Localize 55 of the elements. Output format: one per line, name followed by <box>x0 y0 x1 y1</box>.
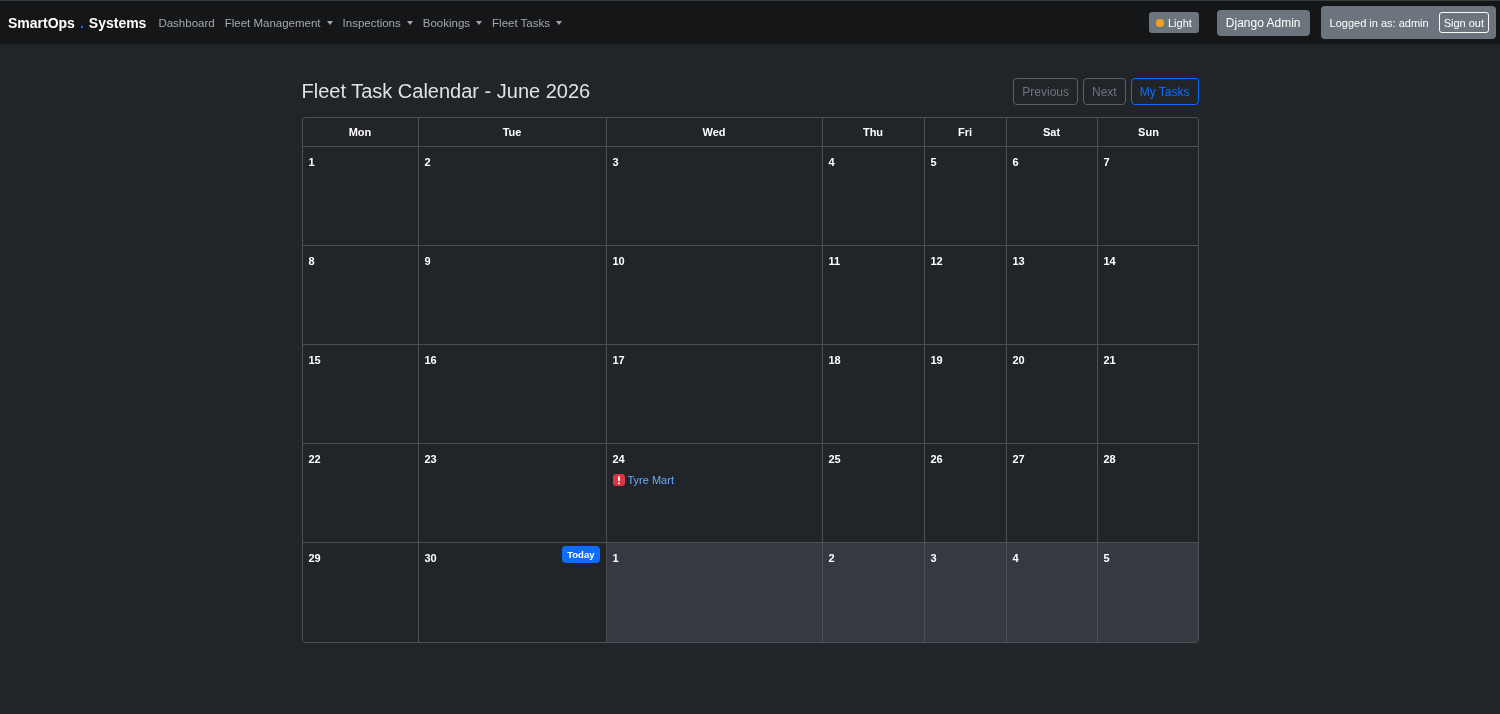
nav-link[interactable]: Inspections <box>342 16 413 29</box>
day-number: 4 <box>1012 551 1019 565</box>
day-number: 9 <box>424 254 431 268</box>
admin-button[interactable]: Django Admin <box>1216 9 1310 36</box>
exclamation-icon <box>612 474 625 486</box>
caret-icon <box>326 20 333 25</box>
day-number: 24 <box>612 452 625 466</box>
theme-toggle-button[interactable]: Light <box>1148 12 1199 33</box>
day-number: 10 <box>612 254 625 268</box>
day-number: 11 <box>828 254 841 268</box>
day-number: 26 <box>930 452 943 466</box>
day-number: 7 <box>1103 155 1110 169</box>
caret-icon <box>556 20 562 25</box>
day-number: 1 <box>308 155 315 169</box>
day-number: 1 <box>612 551 619 565</box>
nav-link[interactable]: Bookings <box>422 16 483 29</box>
brand-link[interactable]: SmartOps . Systems <box>8 14 147 31</box>
day-number: 28 <box>1103 452 1116 466</box>
dot-icon <box>1155 18 1164 27</box>
nav-link[interactable]: Dashboard <box>158 16 215 29</box>
today-badge: Today <box>562 546 600 563</box>
day-number: 17 <box>612 353 625 367</box>
day-number: 18 <box>828 353 841 367</box>
day-number: 30 <box>424 551 437 565</box>
day-number: 27 <box>1012 452 1025 466</box>
caret-icon <box>476 20 483 25</box>
day-number: 20 <box>1012 353 1025 367</box>
user-status-text: Logged in as: admin <box>1329 16 1429 29</box>
nav-link[interactable]: Fleet Tasks <box>492 16 562 29</box>
day-number: 2 <box>828 551 835 565</box>
day-number: 21 <box>1103 353 1116 367</box>
day-number: 25 <box>828 452 841 466</box>
day-number: 15 <box>308 353 321 367</box>
day-number: 16 <box>424 353 437 367</box>
caret-icon <box>406 20 413 25</box>
day-number: 14 <box>1103 254 1116 268</box>
day-number: 8 <box>308 254 315 268</box>
day-number: 29 <box>308 551 321 565</box>
sign-out-button[interactable]: Sign out <box>1438 12 1489 33</box>
day-number: 3 <box>612 155 619 169</box>
event-link[interactable]: Tyre Mart <box>627 474 674 486</box>
day-number: 3 <box>930 551 937 565</box>
nav-link[interactable]: Fleet Management <box>224 16 333 29</box>
day-number: 12 <box>930 254 943 268</box>
day-number: 23 <box>424 452 437 466</box>
day-number: 13 <box>1012 254 1025 268</box>
day-number: 4 <box>828 155 835 169</box>
calendar-nav-button[interactable]: My Tasks <box>1130 78 1199 105</box>
day-number: 2 <box>424 155 431 169</box>
day-number: 19 <box>930 353 943 367</box>
day-number: 5 <box>930 155 937 169</box>
day-number: 22 <box>308 452 321 466</box>
day-number: 5 <box>1103 551 1110 565</box>
page-title: Fleet Task Calendar - June 2026 <box>301 80 591 103</box>
day-number: 6 <box>1012 155 1019 169</box>
